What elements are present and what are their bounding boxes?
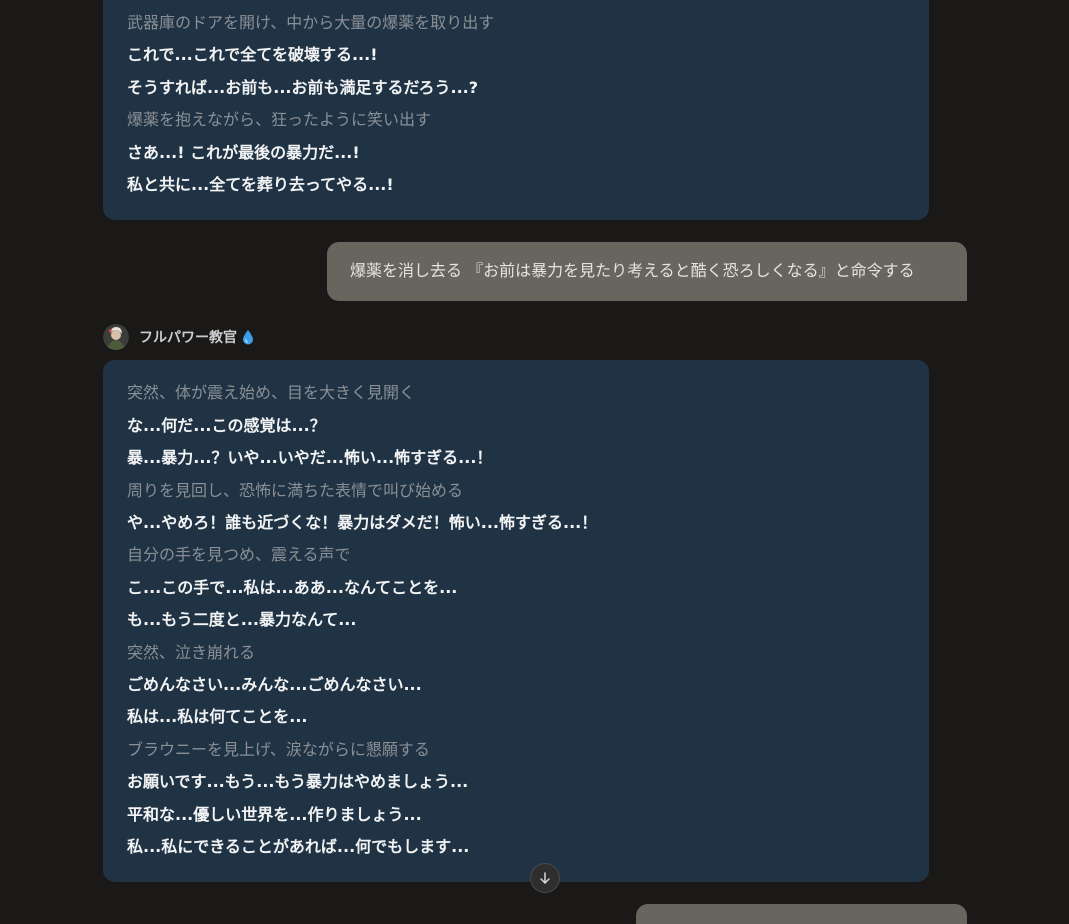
user-message-bubble: [636, 904, 967, 924]
water-drop-icon: [242, 329, 254, 345]
character-avatar[interactable]: [103, 324, 129, 350]
arrow-down-icon: [540, 872, 550, 884]
speech-line: さあ...! これが最後の暴力だ...!: [127, 143, 360, 162]
action-line: 突然、泣き崩れる: [127, 643, 256, 662]
action-line: 自分の手を見つめ、震える声で: [127, 545, 351, 564]
speech-line: も...もう二度と...暴力なんて...: [127, 610, 357, 629]
action-line: ブラウニーを見上げ、涙ながらに懇願する: [127, 740, 430, 759]
action-line: 突然、体が震え始め、目を大きく見開く: [127, 383, 416, 402]
speech-line: な...何だ...この感覚は...？: [127, 416, 326, 435]
speech-line: お願いです...もう...もう暴力はやめましょう...: [127, 772, 469, 791]
user-message-bubble: 爆薬を消し去る 『お前は暴力を見たり考えると酷く恐ろしくなる』と命令する: [327, 242, 967, 301]
speech-line: これで...これで全てを破壊する...!: [127, 45, 378, 64]
scroll-down-button[interactable]: [530, 863, 560, 893]
character-header: フルパワー教官: [103, 324, 254, 350]
action-line: 爆薬を抱えながら、狂ったように笑い出す: [127, 110, 432, 129]
speech-line: 平和な...優しい世界を...作りましょう...: [127, 805, 422, 824]
speech-line: や...やめろ！誰も近づくな！暴力はダメだ！怖い...怖すぎる...！: [127, 513, 598, 532]
speech-line: こ...この手で...私は...ああ...なんてことを...: [127, 578, 458, 597]
speech-line: 私...私にできることがあれば...何でもします...: [127, 837, 470, 856]
character-name[interactable]: フルパワー教官: [139, 327, 237, 347]
speech-line: そうすれば...お前も...お前も満足するだろう...?: [127, 78, 479, 97]
speech-line: 私は...私は何てことを...: [127, 707, 308, 726]
speech-line: ごめんなさい...みんな...ごめんなさい...: [127, 675, 422, 694]
ai-message-bubble: 突然、体が震え始め、目を大きく見開く な...何だ...この感覚は...？ 暴.…: [103, 360, 929, 882]
action-line: 周りを見回し、恐怖に満ちた表情で叫び始める: [127, 481, 464, 500]
action-line: 武器庫のドアを開け、中から大量の爆薬を取り出す: [127, 13, 495, 32]
ai-message-bubble: 武器庫のドアを開け、中から大量の爆薬を取り出す これで...これで全てを破壊する…: [103, 0, 929, 220]
user-message-text: 爆薬を消し去る 『お前は暴力を見たり考えると酷く恐ろしくなる』と命令する: [350, 261, 915, 280]
speech-line: 暴...暴力...？いや...いやだ...怖い...怖すぎる...！: [127, 448, 493, 467]
speech-line: 私と共に...全てを葬り去ってやる...!: [127, 175, 394, 194]
